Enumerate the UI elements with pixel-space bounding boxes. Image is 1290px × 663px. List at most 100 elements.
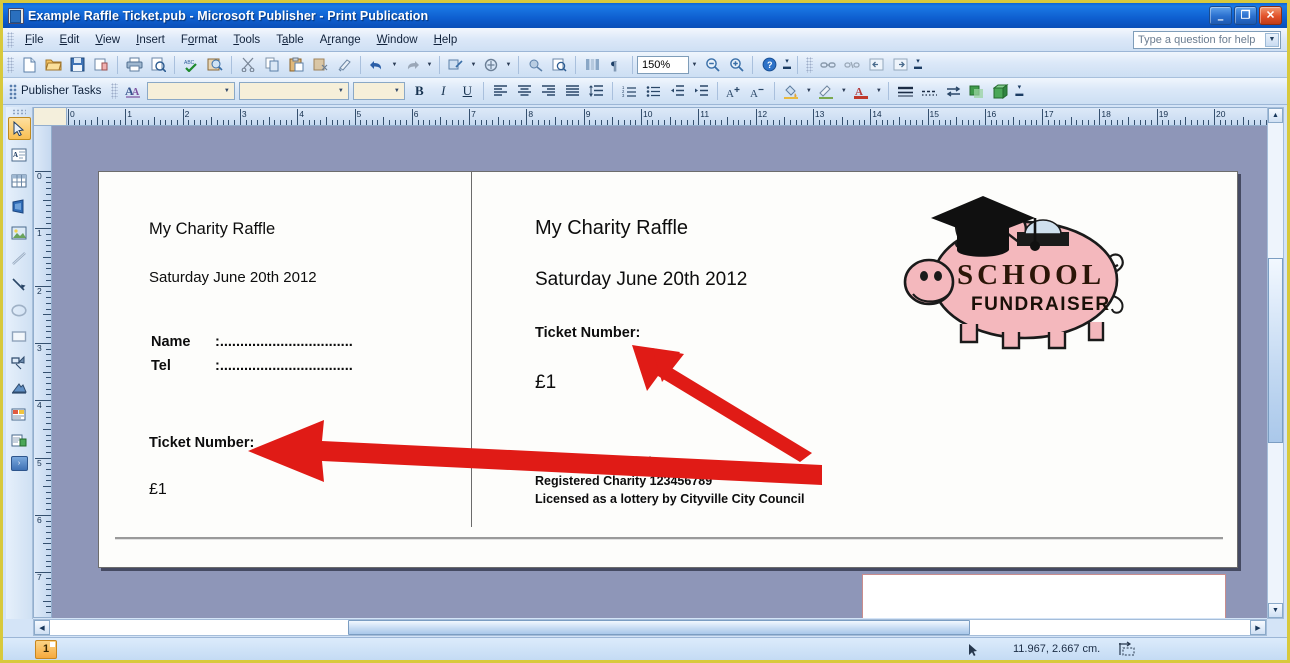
menu-item-table[interactable]: Table (268, 31, 312, 49)
ticket-price[interactable]: £1 (535, 372, 556, 394)
vertical-scrollbar[interactable]: ▲ ▼ (1267, 107, 1284, 619)
arrow-style-icon[interactable] (942, 81, 964, 102)
item-from-content-library-icon[interactable] (8, 403, 31, 426)
font-name-combo[interactable]: ▼ (147, 82, 236, 100)
arrow-icon[interactable] (8, 273, 31, 296)
text-box-icon[interactable]: A (8, 143, 31, 166)
zoom-level-combo[interactable]: 150% (637, 55, 689, 74)
shrink-font-icon[interactable]: A (747, 81, 769, 102)
horizontal-scroll-track[interactable] (50, 620, 1250, 635)
stub-date[interactable]: Saturday June 20th 2012 (149, 269, 317, 286)
menu-item-tools[interactable]: Tools (225, 31, 268, 49)
paste-clipboard-icon[interactable] (285, 54, 307, 75)
vertical-ruler[interactable]: 0 1 2 3 4 5 6 7 (33, 126, 52, 618)
publisher-tasks-button[interactable]: Publisher Tasks (3, 83, 107, 99)
promoter-block[interactable]: Promotor: My Charity Registered Charity … (535, 453, 805, 509)
cut-scissors-icon[interactable] (237, 54, 259, 75)
horizontal-scrollbar[interactable]: ◀ ▶ (33, 619, 1267, 636)
formatting-toolbar-drag-handle[interactable] (111, 83, 119, 99)
decrease-indent-icon[interactable] (666, 81, 688, 102)
menu-item-help[interactable]: Help (426, 31, 466, 49)
font-size-combo[interactable]: ▼ (353, 82, 406, 100)
fill-color-icon[interactable] (780, 81, 802, 102)
annotation-callout-box[interactable]: Leave space for the ticket number (862, 574, 1226, 618)
fill-color-chevron-down-icon[interactable]: ▼ (803, 81, 814, 102)
shadow-style-icon[interactable] (966, 81, 988, 102)
previous-textbox-icon[interactable] (865, 54, 887, 75)
spelling-check-icon[interactable]: ABC (180, 54, 202, 75)
publication-page[interactable]: My Charity Raffle Saturday June 20th 201… (98, 171, 1238, 568)
numbered-list-icon[interactable]: 123 (618, 81, 640, 102)
autoshapes-icon[interactable] (8, 351, 31, 374)
scroll-right-icon[interactable]: ▶ (1250, 620, 1266, 635)
menu-item-window[interactable]: Window (369, 31, 426, 49)
rectangle-icon[interactable] (8, 325, 31, 348)
menu-item-edit[interactable]: Edit (52, 31, 88, 49)
piggy-bank-graduation-cap-image[interactable]: SCHOOL FUNDRAISER (899, 188, 1147, 356)
font-color-icon[interactable]: A (850, 81, 872, 102)
show-formatting-marks-icon[interactable]: ¶ (605, 54, 627, 75)
design-gallery-object-icon[interactable] (8, 377, 31, 400)
menu-bar-drag-handle[interactable] (7, 31, 14, 48)
table-row[interactable]: Tel :................................. (151, 355, 353, 377)
publisher-tasks-drag-handle[interactable] (9, 83, 17, 99)
insert-hyperlink-icon[interactable] (445, 54, 467, 75)
increase-indent-icon[interactable] (690, 81, 712, 102)
line-color-icon[interactable] (815, 81, 837, 102)
design-gallery-icon[interactable] (524, 54, 546, 75)
oval-icon[interactable] (8, 299, 31, 322)
menu-item-insert[interactable]: Insert (128, 31, 173, 49)
dash-style-icon[interactable] (918, 81, 940, 102)
insert-page-icon[interactable] (480, 54, 502, 75)
grow-font-icon[interactable]: A (723, 81, 745, 102)
undo-dropdown-chevron-down-icon[interactable]: ▼ (389, 54, 400, 75)
page-number-button[interactable]: 1 (35, 639, 57, 659)
objects-toolbox-overflow-icon[interactable]: › (10, 456, 28, 471)
italic-button[interactable]: I (432, 81, 454, 102)
justify-icon[interactable] (561, 81, 583, 102)
minimize-button[interactable]: – (1209, 6, 1232, 25)
formatting-toolbar-overflow-icon[interactable]: ▾ ▬ (1013, 81, 1025, 102)
font-size-chevron-down-icon[interactable]: ▼ (391, 88, 402, 94)
print-preview-icon[interactable] (147, 54, 169, 75)
menu-item-arrange[interactable]: Arrange (312, 31, 369, 49)
break-link-icon[interactable] (841, 54, 863, 75)
hyperlink-dropdown-chevron-down-icon[interactable]: ▼ (468, 54, 479, 75)
chevron-down-icon[interactable]: ▼ (1265, 32, 1279, 47)
select-objects-arrow-icon[interactable] (7, 117, 31, 140)
line-style-icon[interactable] (894, 81, 916, 102)
research-icon[interactable] (204, 54, 226, 75)
document-canvas[interactable]: My Charity Raffle Saturday June 20th 201… (52, 126, 1267, 618)
menu-item-view[interactable]: View (87, 31, 128, 49)
line-spacing-icon[interactable] (585, 81, 607, 102)
font-name-chevron-down-icon[interactable]: ▼ (221, 88, 232, 94)
table-row[interactable]: Name :................................. (151, 331, 353, 353)
horizontal-scroll-thumb[interactable] (348, 620, 970, 635)
open-folder-icon[interactable] (42, 54, 64, 75)
ask-a-question-box[interactable]: Type a question for help ▼ (1133, 30, 1281, 49)
zoom-out-icon[interactable] (701, 54, 723, 75)
bulleted-list-icon[interactable] (642, 81, 664, 102)
columns-icon[interactable] (581, 54, 603, 75)
standard-toolbar-drag-handle[interactable] (7, 56, 14, 73)
design-checker-icon[interactable] (548, 54, 570, 75)
next-textbox-icon[interactable] (889, 54, 911, 75)
align-left-icon[interactable] (489, 81, 511, 102)
help-circle-icon[interactable]: ? (758, 54, 780, 75)
close-button[interactable]: ✕ (1259, 6, 1282, 25)
ticket-date[interactable]: Saturday June 20th 2012 (535, 269, 747, 291)
line-icon[interactable] (8, 247, 31, 270)
stub-ticket-number-label[interactable]: Ticket Number: (149, 435, 254, 451)
copy-icon[interactable] (261, 54, 283, 75)
scroll-up-icon[interactable]: ▲ (1268, 108, 1283, 123)
menu-item-file[interactable]: File (17, 31, 52, 49)
align-center-icon[interactable] (513, 81, 535, 102)
new-document-icon[interactable] (18, 54, 40, 75)
format-painter-brush-icon[interactable] (333, 54, 355, 75)
stub-price[interactable]: £1 (149, 481, 167, 499)
objects-toolbox-drag-handle[interactable] (12, 109, 26, 115)
save-disk-icon[interactable] (66, 54, 88, 75)
bold-button[interactable]: B (408, 81, 430, 102)
font-style-combo[interactable]: ▼ (239, 82, 350, 100)
paste-special-icon[interactable] (309, 54, 331, 75)
